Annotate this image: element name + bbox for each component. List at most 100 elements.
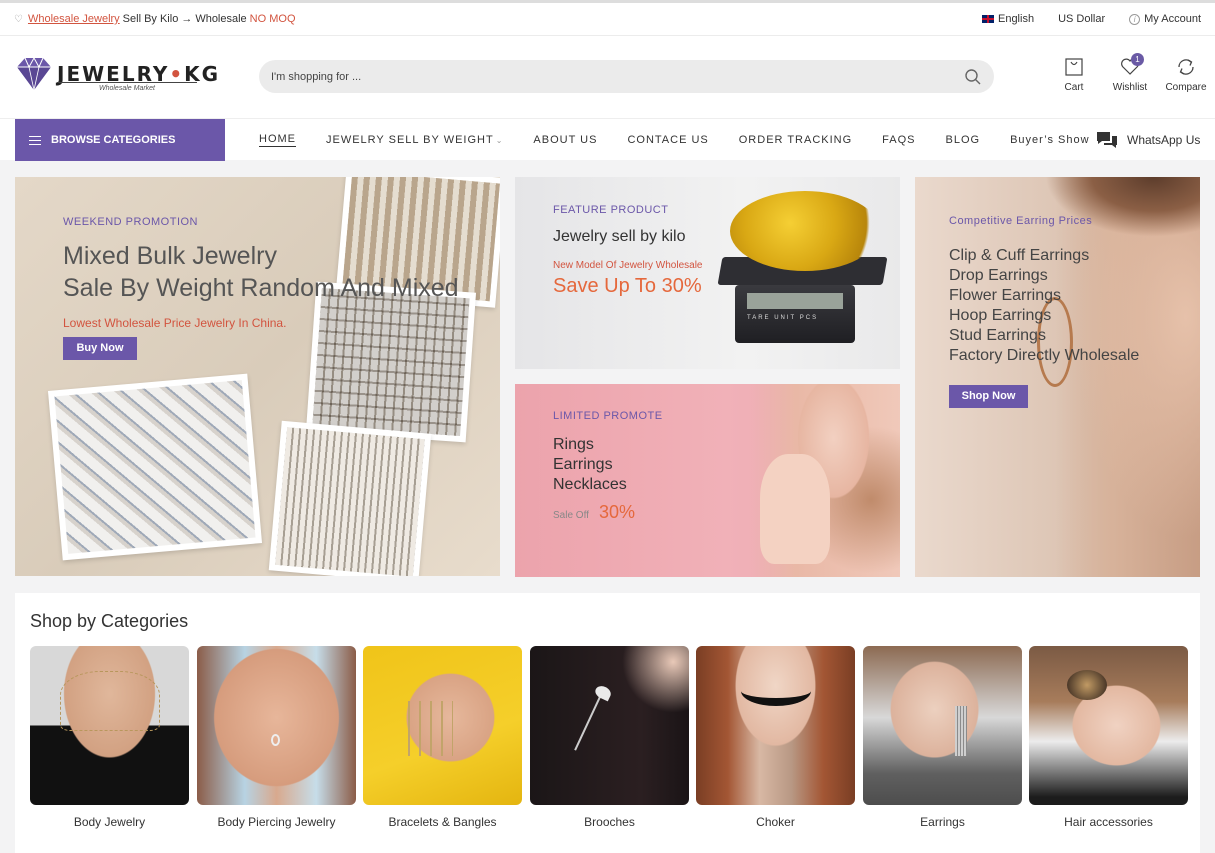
model-hair-photo <box>1045 177 1200 237</box>
sale-off-text: Sale Off 30% <box>553 502 635 523</box>
banner-tag: LIMITED PROMOTE <box>553 410 663 422</box>
category-label: Earrings <box>920 815 965 829</box>
brand-tagline: Wholesale Market <box>57 82 197 92</box>
feature-product-banner[interactable]: TARE UNIT PCS FEATURE PRODUCT Jewelry se… <box>515 177 900 369</box>
buy-now-button[interactable]: Buy Now <box>63 337 137 360</box>
arrow-icon: → <box>181 13 193 25</box>
wishlist-button[interactable]: 1 Wishlist <box>1111 53 1149 93</box>
earring-type: Flower Earrings <box>949 287 1062 304</box>
nav-item-home[interactable]: HOME <box>259 133 296 147</box>
category-image <box>363 646 522 805</box>
limited-promote-banner[interactable]: LIMITED PROMOTE Rings Earrings Necklaces… <box>515 384 900 577</box>
browse-categories-button[interactable]: BROWSE CATEGORIES <box>15 119 225 161</box>
whatsapp-link[interactable]: WhatsApp Us <box>1095 130 1200 150</box>
category-body-jewelry[interactable]: Body Jewelry <box>30 646 189 829</box>
search-input[interactable] <box>271 70 964 83</box>
category-earrings[interactable]: Earrings <box>863 646 1022 829</box>
nav-item-contact-us[interactable]: CONTACE US <box>627 134 708 146</box>
banner-title: Jewelry sell by kilo <box>553 228 686 245</box>
banner-line: Earrings <box>553 456 613 473</box>
chevron-down-icon: ⌄ <box>495 136 504 145</box>
nav-item-faqs[interactable]: FAQS <box>882 134 915 146</box>
cart-button[interactable]: Cart <box>1055 56 1093 93</box>
category-image <box>863 646 1022 805</box>
wholesale-jewelry-link[interactable]: Wholesale Jewelry <box>28 13 120 25</box>
category-image <box>530 646 689 805</box>
model-photo <box>1055 177 1200 577</box>
section-heading: Shop by Categories <box>30 611 189 631</box>
category-image <box>1029 646 1188 805</box>
category-label: Choker <box>756 815 795 829</box>
earring-type: Clip & Cuff Earrings <box>949 247 1090 264</box>
earring-prices-banner[interactable]: Competitive Earring Prices Clip & Cuff E… <box>915 177 1200 577</box>
earring-type-list: Clip & Cuff Earrings Drop Earrings Flowe… <box>949 246 1139 366</box>
jewelry-display-photo <box>47 373 263 561</box>
no-moq-text: NO MOQ <box>249 13 296 25</box>
category-image <box>30 646 189 805</box>
banner-title: Mixed Bulk Jewelry Sale By Weight Random… <box>63 240 483 304</box>
banner-title-line: Mixed Bulk Jewelry <box>63 242 277 270</box>
uk-flag-icon <box>981 15 994 23</box>
category-image <box>197 646 356 805</box>
shop-by-categories: Shop by Categories Body Jewelry Body Pie… <box>15 593 1200 853</box>
category-label: Brooches <box>584 815 635 829</box>
info-icon: i <box>1129 13 1141 25</box>
sale-label: Sale Off <box>553 510 589 521</box>
promo-text-2: Wholesale <box>195 13 247 25</box>
currency-selector[interactable]: US Dollar <box>1058 13 1105 25</box>
earring-type: Hoop Earrings <box>949 307 1052 324</box>
whatsapp-chat-icon <box>1097 132 1117 148</box>
nav-item-order-tracking[interactable]: ORDER TRACKING <box>739 134 852 146</box>
category-label: Hair accessories <box>1064 815 1153 829</box>
banner-line: Necklaces <box>553 476 627 493</box>
banner-title-line: Sale By Weight Random And Mixed <box>63 274 459 302</box>
browse-label: BROWSE CATEGORIES <box>51 134 176 146</box>
category-choker[interactable]: Choker <box>696 646 855 829</box>
header: JEWELRY•KG Wholesale Market Cart 1 Wishl… <box>0 36 1215 118</box>
banner-discount: Save Up To 30% <box>553 275 702 297</box>
jewelry-display-photo <box>305 281 477 443</box>
banner-tag: WEEKEND PROMOTION <box>63 216 199 228</box>
compare-button[interactable]: Compare <box>1165 56 1207 93</box>
banner-subtitle: New Model Of Jewelry Wholesale <box>553 260 703 271</box>
my-account-link[interactable]: i My Account <box>1129 13 1201 25</box>
search-icon[interactable] <box>964 68 982 86</box>
banner-tag: Competitive Earring Prices <box>949 215 1093 227</box>
shop-now-button[interactable]: Shop Now <box>949 385 1028 408</box>
nav-item-label: JEWELRY SELL BY WEIGHT <box>326 134 494 146</box>
banner-title: Rings Earrings Necklaces <box>553 435 627 495</box>
category-label: Body Piercing Jewelry <box>217 815 336 829</box>
nav-item-buyers-show[interactable]: Buyer’s Show <box>1010 134 1089 146</box>
category-brooches[interactable]: Brooches <box>530 646 689 829</box>
wishlist-label: Wishlist <box>1112 82 1148 93</box>
banner-tag: FEATURE PRODUCT <box>553 204 669 216</box>
language-label: English <box>997 13 1035 25</box>
diamond-logo-icon <box>17 56 51 91</box>
nav-menu: HOME JEWELRY SELL BY WEIGHT ⌄ ABOUT US CO… <box>259 119 1090 161</box>
top-bar: ♡ Wholesale Jewelry Sell By Kilo → Whole… <box>0 0 1215 36</box>
nav-item-jewelry-sell-by-weight[interactable]: JEWELRY SELL BY WEIGHT ⌄ <box>326 134 503 146</box>
earring-type: Drop Earrings <box>949 267 1048 284</box>
banner-subtitle: Lowest Wholesale Price Jewelry In China. <box>63 316 287 330</box>
earring-type: Stud Earrings <box>949 327 1046 344</box>
site-logo[interactable]: JEWELRY•KG Wholesale Market <box>15 56 220 92</box>
cart-icon <box>1065 58 1083 76</box>
category-bracelets-bangles[interactable]: Bracelets & Bangles <box>363 646 522 829</box>
earring-type: Factory Directly Wholesale <box>949 347 1140 364</box>
category-hair-accessories[interactable]: Hair accessories <box>1029 646 1188 829</box>
nav-item-about-us[interactable]: ABOUT US <box>533 134 597 146</box>
my-account-label: My Account <box>1144 13 1201 25</box>
category-image <box>696 646 855 805</box>
language-selector[interactable]: English <box>981 13 1035 25</box>
category-label: Body Jewelry <box>73 815 146 829</box>
main-nav: BROWSE CATEGORIES HOME JEWELRY SELL BY W… <box>0 118 1215 161</box>
category-body-piercing-jewelry[interactable]: Body Piercing Jewelry <box>197 646 356 829</box>
weekend-promotion-banner[interactable]: WEEKEND PROMOTION Mixed Bulk Jewelry Sal… <box>15 177 500 576</box>
search-bar <box>259 60 994 93</box>
gold-chain-image <box>730 191 880 271</box>
model-hand-photo <box>760 454 830 564</box>
sale-percent: 30% <box>598 502 635 522</box>
jewelry-display-photo <box>268 420 432 576</box>
top-promo: ♡ Wholesale Jewelry Sell By Kilo → Whole… <box>14 13 296 25</box>
nav-item-blog[interactable]: BLOG <box>946 134 981 146</box>
